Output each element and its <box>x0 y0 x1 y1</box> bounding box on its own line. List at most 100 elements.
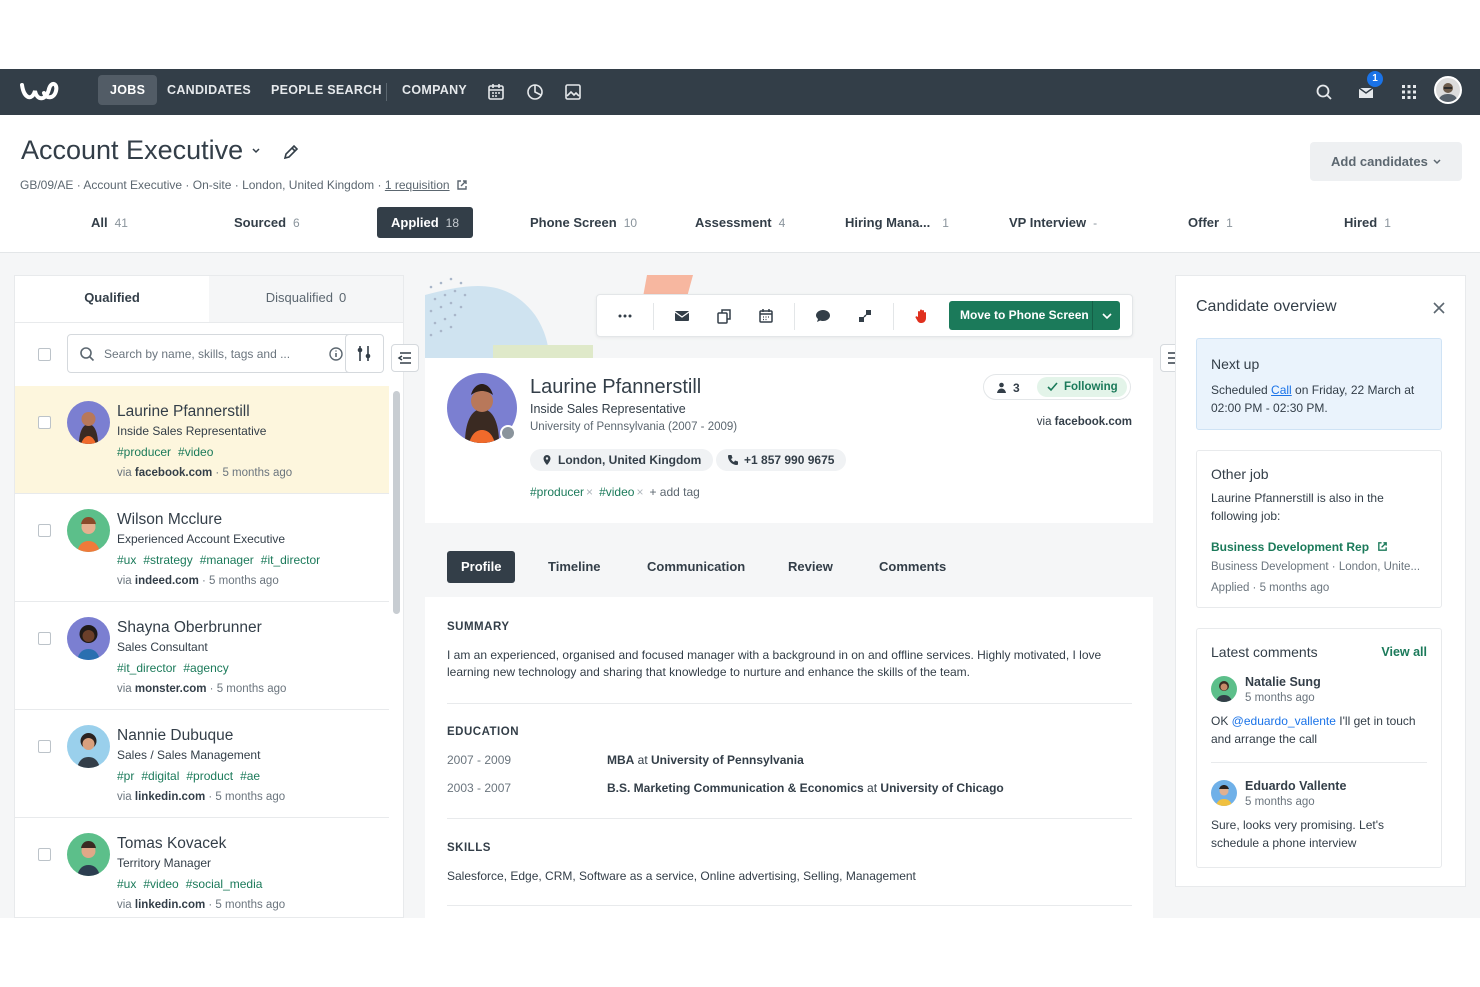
source-name: monster.com <box>134 683 207 695</box>
tag[interactable]: #producer <box>530 485 584 499</box>
stage-count: 18 <box>445 216 460 230</box>
stage-applied[interactable]: Applied 18 <box>377 207 474 238</box>
nav-company[interactable]: COMPANY <box>390 75 479 105</box>
select-all-checkbox[interactable] <box>38 348 51 361</box>
tab-review[interactable]: Review <box>788 551 833 583</box>
tag[interactable]: #it_director <box>117 661 176 675</box>
source-time: · 5 months ago <box>205 899 286 911</box>
stage-offer[interactable]: Offer 1 <box>1188 207 1233 238</box>
tab-label: Qualified <box>84 290 140 305</box>
list-item[interactable]: Shayna Oberbrunner Sales Consultant #it_… <box>15 602 389 710</box>
external-link-icon[interactable] <box>456 179 468 191</box>
tab-disqualified[interactable]: Disqualified 0 <box>209 276 403 322</box>
tag[interactable]: #product <box>186 769 233 783</box>
other-job-link[interactable]: Business Development Rep <box>1211 538 1433 556</box>
tag[interactable]: #manager <box>200 553 254 567</box>
tab-comments[interactable]: Comments <box>879 551 946 583</box>
tag[interactable]: #video <box>178 445 213 459</box>
stage-all[interactable]: All 41 <box>91 207 128 238</box>
more-icon[interactable] <box>617 308 633 324</box>
comment-icon[interactable] <box>815 308 831 324</box>
collapse-list-button[interactable] <box>391 344 419 372</box>
tag[interactable]: #producer <box>117 445 171 459</box>
tag[interactable]: #pr <box>117 769 134 783</box>
calendar-icon[interactable] <box>486 82 506 102</box>
edit-pencil-icon[interactable] <box>282 143 300 161</box>
tab-qualified[interactable]: Qualified <box>15 276 209 322</box>
nav-candidates[interactable]: CANDIDATES <box>155 75 263 105</box>
tab-timeline[interactable]: Timeline <box>548 551 601 583</box>
add-tag-button[interactable]: + add tag <box>649 485 699 499</box>
tag[interactable]: #video <box>143 877 178 891</box>
candidate-checkbox[interactable] <box>38 524 51 537</box>
remove-tag-icon[interactable]: × <box>636 485 643 499</box>
education-years: 2007 - 2009 <box>447 753 512 767</box>
check-icon <box>1047 382 1058 392</box>
stage-label: Phone Screen <box>530 215 617 230</box>
tag[interactable]: #ux <box>117 877 136 891</box>
stage-count: 41 <box>114 216 128 230</box>
list-item[interactable]: Wilson Mcclure Experienced Account Execu… <box>15 494 389 602</box>
tab-communication[interactable]: Communication <box>647 551 745 583</box>
email-icon[interactable] <box>674 308 690 324</box>
stage-phone-screen[interactable]: Phone Screen 10 <box>530 207 637 238</box>
apps-grid-icon[interactable] <box>1399 82 1419 102</box>
location-pill: London, United Kingdom <box>530 449 714 471</box>
nav-jobs[interactable]: JOBS <box>98 75 158 105</box>
stage-assessment[interactable]: Assessment 4 <box>695 207 785 238</box>
tag[interactable]: #video <box>599 485 634 499</box>
tag[interactable]: #ae <box>240 769 260 783</box>
following-button[interactable]: Following <box>1037 377 1127 397</box>
list-item[interactable]: Laurine Pfannerstill Inside Sales Repres… <box>15 386 389 494</box>
image-icon[interactable] <box>563 82 583 102</box>
profile-tabs: Profile Timeline Communication Review Co… <box>425 538 1153 597</box>
tag[interactable]: #ux <box>117 553 136 567</box>
call-link[interactable]: Call <box>1271 383 1292 397</box>
candidate-checkbox[interactable] <box>38 416 51 429</box>
filter-button[interactable] <box>345 334 384 373</box>
close-icon[interactable] <box>1431 300 1447 316</box>
list-item[interactable]: Nannie Dubuque Sales / Sales Management … <box>15 710 389 818</box>
tag[interactable]: #digital <box>141 769 179 783</box>
requisition-link[interactable]: 1 requisition <box>385 178 450 192</box>
view-all-link[interactable]: View all <box>1381 645 1427 659</box>
candidate-checkbox[interactable] <box>38 740 51 753</box>
job-title[interactable]: Account Executive <box>21 135 243 166</box>
list-scrollbar[interactable] <box>393 391 400 614</box>
disqualify-hand-icon[interactable] <box>914 308 930 324</box>
nav-people-search[interactable]: PEOPLE SEARCH <box>259 75 394 105</box>
tag[interactable]: #agency <box>183 661 228 675</box>
list-item[interactable]: Tomas Kovacek Territory Manager #ux #vide… <box>15 818 389 918</box>
tag[interactable]: #strategy <box>143 553 192 567</box>
stage-hiring-manager[interactable]: Hiring Mana... 1 <box>845 207 949 238</box>
source-time: · 5 months ago <box>198 575 279 587</box>
stage-sourced[interactable]: Sourced 6 <box>234 207 300 238</box>
workable-logo[interactable] <box>18 77 64 107</box>
job-meta-text: GB/09/AE · Account Executive · On-site ·… <box>20 178 385 192</box>
candidate-avatar <box>67 509 110 552</box>
tab-profile[interactable]: Profile <box>447 551 516 583</box>
move-stage-dropdown[interactable] <box>1092 301 1120 330</box>
info-icon[interactable] <box>328 346 344 362</box>
stage-hired[interactable]: Hired 1 <box>1344 207 1391 238</box>
share-icon[interactable] <box>857 308 873 324</box>
remove-tag-icon[interactable]: × <box>586 485 593 499</box>
tag[interactable]: #social_media <box>186 877 263 891</box>
chevron-down-icon[interactable] <box>251 146 261 156</box>
pie-chart-icon[interactable] <box>525 82 545 102</box>
candidate-checkbox[interactable] <box>38 848 51 861</box>
add-candidates-button[interactable]: Add candidates <box>1310 142 1462 181</box>
comment-mention[interactable]: @eduardo_vallente <box>1232 714 1336 728</box>
candidate-checkbox[interactable] <box>38 632 51 645</box>
search-input[interactable]: Search by name, skills, tags and ... <box>67 334 355 373</box>
calendar-icon[interactable] <box>758 308 774 324</box>
overview-title: Candidate overview <box>1196 298 1337 315</box>
search-icon[interactable] <box>1314 82 1334 102</box>
move-to-stage-button[interactable]: Move to Phone Screen <box>949 301 1120 330</box>
stage-vp-interview[interactable]: VP Interview - <box>1009 207 1097 238</box>
copy-icon[interactable] <box>716 308 732 324</box>
user-avatar[interactable] <box>1434 76 1462 104</box>
phone-pill[interactable]: +1 857 990 9675 <box>716 449 847 471</box>
source-name: linkedin.com <box>134 791 206 803</box>
tag[interactable]: #it_director <box>261 553 320 567</box>
